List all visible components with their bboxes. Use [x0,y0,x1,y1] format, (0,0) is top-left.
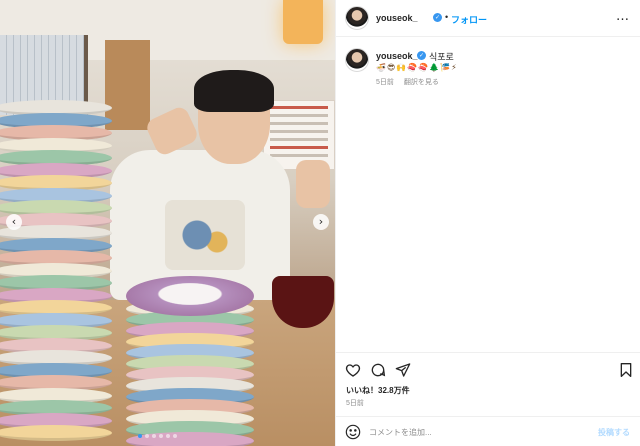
caption-emoji: 🍜😎🙌🍣🍣🌲🎏⚡ [376,63,458,72]
comment-button[interactable] [370,362,386,378]
separator-dot: • [445,12,449,22]
caption-text: 식포로 [429,52,454,62]
carousel-dot [173,434,177,438]
share-button[interactable] [395,362,411,378]
caption-avatar[interactable] [345,48,369,72]
action-bar [336,352,640,384]
translate-link[interactable]: 翻訳を見る [404,79,439,86]
top-plate [126,276,254,316]
carousel-next-button[interactable]: › [313,214,329,230]
verified-badge-icon: ✓ [417,51,426,60]
carousel-dot [138,434,142,438]
comment-input[interactable] [369,425,589,439]
caption-username[interactable]: youseok_ [376,51,418,61]
emoji-picker-button[interactable] [345,424,361,440]
more-options-icon[interactable]: … [616,9,629,24]
post-photo[interactable]: ‹ › [0,0,335,446]
like-button[interactable] [345,362,361,378]
comment-bar: 投稿する [336,416,640,446]
post-side-panel: youseok_ ✓ • フォロー … youseok_ ✓ 식포로 🍜😎🙌🍣🍣… [335,0,640,446]
post-comment-button[interactable]: 投稿する [598,427,630,438]
avatar[interactable] [345,6,369,30]
caption-time[interactable]: 5日前 [376,79,394,86]
chevron-right-icon: › [318,215,324,228]
peace-sign-right-hand [296,160,330,208]
carousel-dot [159,434,163,438]
post-header: youseok_ ✓ • フォロー … [336,0,640,37]
chevron-left-icon: ‹ [11,215,17,228]
caption-meta: 5日前 翻訳を見る [376,77,439,87]
comment-icon [371,363,386,377]
verified-badge-icon: ✓ [433,13,442,22]
save-button[interactable] [618,362,634,378]
pendant-lamp [283,0,323,44]
carousel-prev-button[interactable]: ‹ [6,214,22,230]
carousel-dot [145,434,149,438]
carousel-dot [166,434,170,438]
plate-stack-front [124,0,259,446]
post-date[interactable]: 5日前 [346,398,364,408]
share-icon [395,363,411,377]
carousel-dot [152,434,156,438]
smiley-icon [345,424,361,440]
like-count[interactable]: いいね！32.8万件 [346,385,410,396]
carousel-dots [138,434,177,438]
header-username[interactable]: youseok_ [376,13,418,23]
bookmark-icon [620,363,632,377]
follow-button[interactable]: フォロー [451,13,487,26]
heart-icon [345,364,361,377]
plate [0,425,112,441]
